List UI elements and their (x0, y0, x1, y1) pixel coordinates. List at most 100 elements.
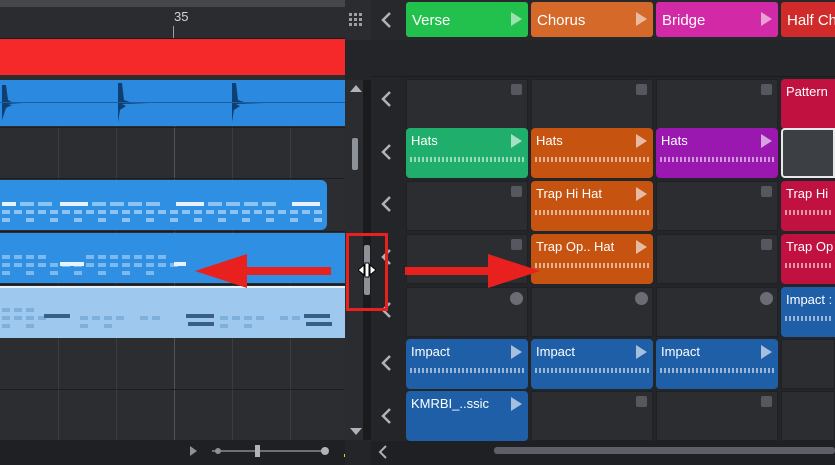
clip-label: Trap Op (786, 239, 834, 254)
scroll-left-icon[interactable] (374, 442, 394, 462)
clip-waveform (410, 368, 524, 373)
clip-label: Impact (661, 344, 701, 359)
track-separator (0, 231, 345, 232)
empty-slot[interactable] (406, 181, 528, 231)
empty-slot[interactable] (531, 79, 653, 129)
clip-waveform (535, 263, 649, 268)
audio-event[interactable] (0, 80, 345, 126)
clip-label: Hats (661, 133, 688, 148)
clip-label: Trap Hi Hat (536, 186, 602, 201)
stop-icon[interactable] (761, 239, 772, 250)
play-icon[interactable] (636, 240, 647, 254)
stop-icon[interactable] (761, 396, 772, 407)
empty-slot[interactable] (656, 391, 778, 441)
empty-slot[interactable] (531, 391, 653, 441)
clip-waveform (535, 157, 649, 162)
clip-waveform (660, 157, 774, 162)
midi-notes (2, 308, 332, 328)
clip-trap-op-hat[interactable]: Trap Op.. Hat (531, 234, 653, 284)
stop-icon[interactable] (761, 186, 772, 197)
play-icon[interactable] (636, 12, 647, 26)
track-separator (0, 178, 345, 179)
stop-icon[interactable] (511, 186, 522, 197)
play-icon[interactable] (511, 12, 522, 26)
midi-event-selected[interactable] (0, 286, 345, 338)
row-chevron-icon[interactable] (377, 352, 397, 374)
row-chevron-icon[interactable] (377, 193, 397, 215)
clip-trap-hi-hat[interactable]: Trap Hi Hat (531, 181, 653, 231)
clip-hats-chorus[interactable]: Hats (531, 128, 653, 178)
waveform (0, 83, 345, 122)
clip-trap-op-half[interactable]: Trap Op (781, 234, 835, 284)
clip-label: Trap Op.. Hat (536, 239, 615, 254)
ruler-tick (173, 26, 174, 38)
scene-label: Half Ch (787, 12, 835, 29)
empty-slot[interactable] (406, 79, 528, 129)
launcher-horizontal-scrollbar[interactable] (494, 447, 835, 454)
clip-impact-chorus[interactable]: Impact (531, 339, 653, 389)
annotation-arrow-right (405, 254, 540, 288)
play-icon[interactable] (636, 134, 647, 148)
empty-slot[interactable] (531, 287, 653, 337)
scene-half-chorus[interactable]: Half Ch (781, 2, 835, 37)
clip-waveform (535, 210, 649, 215)
stop-icon[interactable] (636, 396, 647, 407)
arrange-view: 35 (0, 0, 345, 465)
play-icon[interactable] (761, 12, 772, 26)
clip-hats-verse[interactable]: Hats (406, 128, 528, 178)
clip-pattern[interactable]: Pattern (781, 79, 835, 129)
play-icon[interactable] (636, 345, 647, 359)
play-icon[interactable] (636, 187, 647, 201)
clip-waveform (535, 368, 649, 373)
scene-bridge[interactable]: Bridge (656, 2, 778, 37)
ruler-top-strip (0, 0, 345, 7)
clip-impact-bridge[interactable]: Impact (656, 339, 778, 389)
row-chevron-icon[interactable] (377, 141, 397, 163)
row-chevron-icon[interactable] (377, 88, 397, 110)
empty-slot[interactable] (656, 181, 778, 231)
empty-slot[interactable] (656, 79, 778, 129)
ruler-bar-number: 35 (174, 9, 189, 24)
timeline-ruler[interactable]: 35 (0, 0, 345, 39)
stop-icon[interactable] (761, 84, 772, 95)
clip-waveform (785, 316, 831, 321)
clip-impact-half[interactable]: Impact : (781, 287, 835, 337)
record-icon[interactable] (635, 292, 648, 305)
annotation-highlight-box (346, 233, 388, 311)
record-icon[interactable] (760, 292, 773, 305)
arranger-track-section[interactable] (0, 39, 345, 75)
grid-menu-button[interactable] (345, 0, 371, 40)
row-chevron-icon[interactable] (377, 405, 397, 427)
clip-impact-verse[interactable]: Impact (406, 339, 528, 389)
track-separator (0, 389, 345, 390)
scene-label: Chorus (537, 12, 586, 29)
stop-icon[interactable] (511, 84, 522, 95)
stop-icon[interactable] (636, 84, 647, 95)
clip-hats-bridge[interactable]: Hats (656, 128, 778, 178)
selected-slot[interactable] (781, 128, 835, 178)
collapse-chevron-icon[interactable] (377, 9, 397, 31)
clip-label: Impact : (786, 292, 833, 307)
clip-trap-hi-half[interactable]: Trap Hi (781, 181, 835, 231)
stop-icon[interactable] (511, 239, 522, 250)
play-icon[interactable] (511, 397, 522, 411)
midi-event[interactable] (0, 180, 327, 230)
empty-slot[interactable] (656, 234, 778, 284)
play-icon[interactable] (511, 134, 522, 148)
clip-label: KMRBI_..ssic (411, 396, 490, 411)
play-icon[interactable] (761, 345, 772, 359)
grid-icon (349, 13, 362, 26)
clip-label: Hats (536, 133, 563, 148)
empty-slot[interactable] (781, 339, 835, 389)
clip-waveform (785, 210, 831, 215)
midi-notes (2, 202, 322, 222)
play-icon[interactable] (511, 345, 522, 359)
empty-slot[interactable] (406, 287, 528, 337)
empty-slot[interactable] (781, 391, 835, 441)
clip-kmrbi[interactable]: KMRBI_..ssic (406, 391, 528, 441)
play-icon[interactable] (761, 134, 772, 148)
scene-chorus[interactable]: Chorus (531, 2, 653, 37)
record-icon[interactable] (510, 292, 523, 305)
empty-slot[interactable] (656, 287, 778, 337)
scene-verse[interactable]: Verse (406, 2, 528, 37)
